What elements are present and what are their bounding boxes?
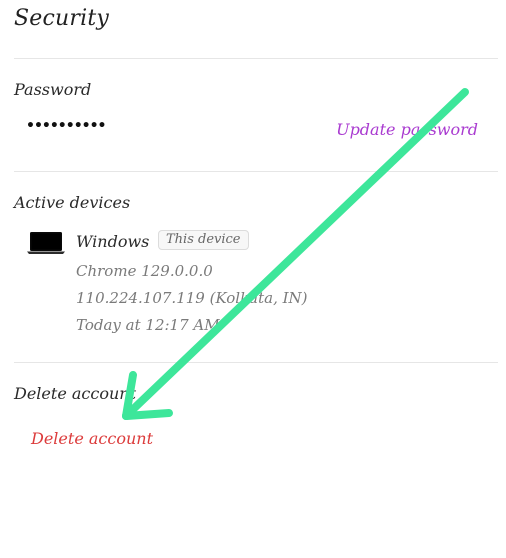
device-browser: Chrome 129.0.0.0 [76,262,213,280]
device-last-active: Today at 12:17 AM [76,316,220,334]
page-title: Security [14,6,110,31]
device-name: Windows [76,232,150,251]
active-devices-section-label: Active devices [14,193,131,212]
update-password-link[interactable]: Update password [336,120,478,139]
divider [14,58,498,59]
device-location: 110.224.107.119 (Kolkata, IN) [76,289,308,307]
password-section-label: Password [14,80,92,99]
this-device-badge: This device [158,230,249,250]
divider [14,171,498,172]
divider [14,362,498,363]
delete-account-section-label: Delete account [14,384,136,403]
delete-account-button[interactable]: Delete account [31,429,153,448]
password-masked-value: •••••••••• [26,118,106,134]
laptop-icon [27,232,65,254]
